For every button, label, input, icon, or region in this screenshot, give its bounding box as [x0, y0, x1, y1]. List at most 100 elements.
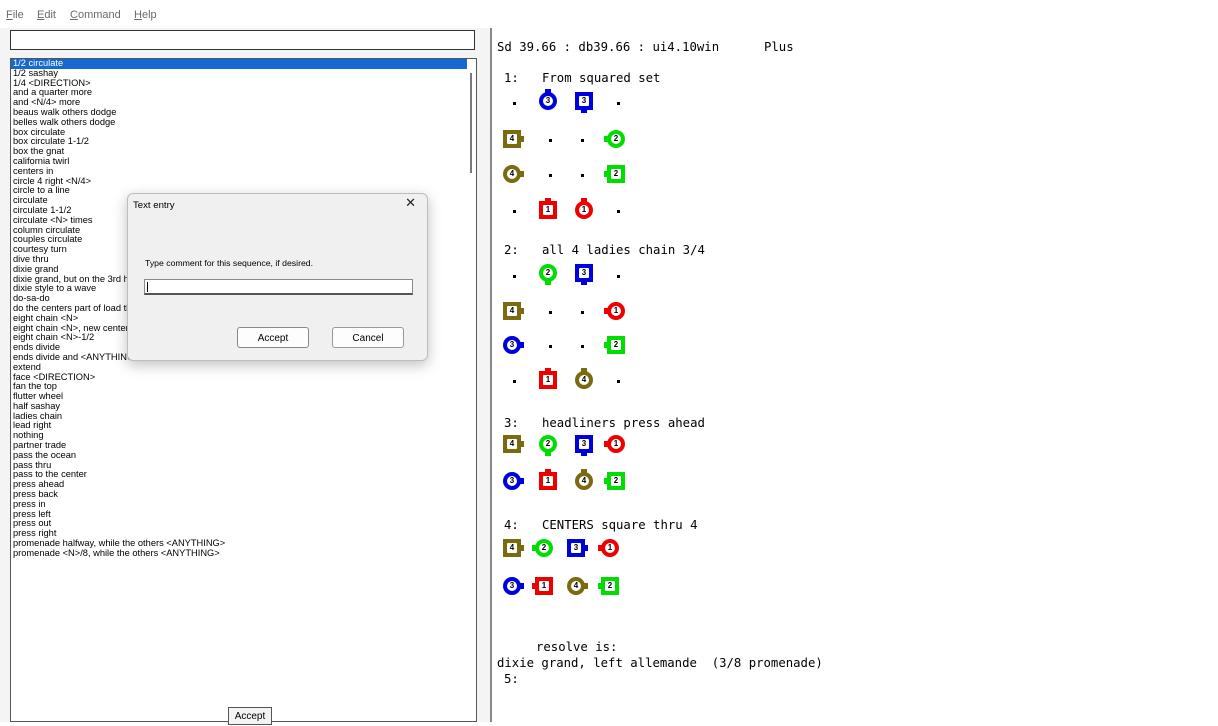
call-list-item[interactable]: face <DIRECTION> — [11, 373, 469, 383]
facing-indicator — [598, 545, 603, 551]
call-list-item[interactable]: lead right — [11, 421, 469, 431]
call-list-item[interactable]: promenade <N>/8, while the others <ANYTH… — [11, 549, 469, 559]
call-list-item[interactable]: fan the top — [11, 382, 469, 392]
call-list-item[interactable]: extend — [11, 363, 469, 373]
call-list-item[interactable]: 1/2 circulate — [11, 59, 469, 69]
call-list-item[interactable]: box circulate — [11, 128, 469, 138]
call-list-item[interactable]: press in — [11, 500, 469, 510]
facing-indicator — [604, 171, 609, 177]
call-list-item[interactable]: centers in — [11, 167, 469, 177]
call-list-item[interactable]: press out — [11, 519, 469, 529]
empty-spot-dot — [581, 345, 584, 348]
call-text-1: From squared set — [542, 71, 661, 85]
call-list-item[interactable]: california twirl — [11, 157, 469, 167]
dancer-number: 3 — [507, 340, 517, 350]
facing-indicator — [581, 368, 587, 373]
dialog-cancel-button[interactable]: Cancel — [332, 327, 404, 348]
call-search-input[interactable] — [10, 30, 475, 50]
call-list-pane: 1/2 circulate 1/2 sashay 1/4 <DIRECTION> an… — [0, 28, 492, 725]
facing-indicator — [581, 198, 587, 203]
dancer-number: 3 — [507, 581, 517, 591]
empty-spot-dot — [617, 102, 620, 105]
call-list-item[interactable]: box the gnat — [11, 147, 469, 157]
dancer-red-1: 1 — [532, 574, 556, 598]
call-list-item[interactable]: half sashay — [11, 402, 469, 412]
close-icon[interactable]: ✕ — [405, 195, 416, 211]
dancer-blue-3: 3 — [572, 261, 596, 285]
dancer-number: 3 — [579, 268, 589, 278]
dancer-olive-4: 4 — [500, 162, 524, 186]
dancer-number: 2 — [543, 268, 553, 278]
dialog-prompt: Type comment for this sequence, if desir… — [145, 258, 314, 268]
dancer-blue-3: 3 — [500, 333, 524, 357]
comment-input[interactable] — [144, 279, 413, 295]
dancer-green-2: 2 — [604, 127, 628, 151]
dancer-green-2: 2 — [604, 469, 628, 493]
sequence-output-pane: Sd 39.66 : db39.66 : ui4.10win Plus 1: F… — [492, 28, 1218, 722]
call-list-item[interactable]: partner trade — [11, 441, 469, 451]
call-list-item[interactable]: nothing — [11, 431, 469, 441]
call-list-item[interactable]: pass to the center — [11, 470, 469, 480]
dancer-number: 3 — [543, 96, 553, 106]
call-list-item[interactable]: pass thru — [11, 461, 469, 471]
call-list-item[interactable]: beaus walk others dodge — [11, 108, 469, 118]
list-scrollbar-thumb[interactable] — [470, 73, 472, 173]
menu-file[interactable]: File — [6, 9, 24, 21]
empty-spot-dot — [581, 174, 584, 177]
facing-indicator — [583, 583, 588, 589]
dancer-green-2: 2 — [598, 574, 622, 598]
dancer-green-2: 2 — [536, 261, 560, 285]
facing-indicator — [519, 478, 524, 484]
call-list-item[interactable]: press right — [11, 529, 469, 539]
facing-indicator — [545, 368, 551, 373]
dancer-number: 4 — [507, 439, 517, 449]
empty-spot-dot — [617, 380, 620, 383]
call-list-item[interactable]: press ahead — [11, 480, 469, 490]
call-list-item[interactable]: ladies chain — [11, 412, 469, 422]
menu-edit[interactable]: Edit — [37, 9, 56, 21]
dancer-red-1: 1 — [598, 536, 622, 560]
facing-indicator — [583, 545, 588, 551]
empty-spot-dot — [581, 139, 584, 142]
facing-indicator — [545, 89, 551, 94]
call-list-item[interactable]: belles walk others dodge — [11, 118, 469, 128]
text-caret — [147, 282, 148, 292]
dancer-olive-4: 4 — [564, 574, 588, 598]
call-listbox[interactable]: 1/2 circulate 1/2 sashay 1/4 <DIRECTION> an… — [10, 58, 477, 722]
call-text-3: headliners press ahead — [542, 416, 705, 430]
next-call-number: 5: — [504, 672, 519, 686]
facing-indicator — [519, 136, 524, 142]
accept-button[interactable]: Accept — [228, 707, 272, 725]
call-list-item[interactable]: press left — [11, 510, 469, 520]
list-scrollbar[interactable] — [467, 59, 476, 721]
call-list-item[interactable]: and <N/4> more — [11, 98, 469, 108]
facing-indicator — [604, 136, 609, 142]
dancer-number: 1 — [543, 375, 553, 385]
version-header: Sd 39.66 : db39.66 : ui4.10win — [497, 40, 720, 54]
dancer-blue-3: 3 — [572, 432, 596, 456]
call-list-item[interactable]: and a quarter more — [11, 88, 469, 98]
dancer-red-1: 1 — [604, 432, 628, 456]
menu-help[interactable]: Help — [134, 9, 157, 21]
dialog-title: Text entry — [133, 200, 175, 211]
dancer-blue-3: 3 — [500, 469, 524, 493]
call-number-4: 4: — [504, 518, 519, 532]
call-list-item[interactable]: pass the ocean — [11, 451, 469, 461]
menu-command[interactable]: Command — [70, 9, 121, 21]
empty-spot-dot — [581, 311, 584, 314]
dancer-number: 4 — [507, 134, 517, 144]
dancer-number: 1 — [543, 476, 553, 486]
dancer-red-1: 1 — [536, 469, 560, 493]
call-list-item[interactable]: promenade halfway, while the others <ANY… — [11, 539, 469, 549]
call-list-item[interactable]: circle 4 right <N/4> — [11, 177, 469, 187]
call-list-item[interactable]: 1/2 sashay — [11, 69, 469, 79]
call-list-item[interactable]: box circulate 1-1/2 — [11, 137, 469, 147]
facing-indicator — [598, 583, 603, 589]
dialog-accept-button[interactable]: Accept — [237, 327, 309, 348]
dancer-blue-3: 3 — [564, 536, 588, 560]
menu-command-mnemonic: C — [70, 9, 78, 21]
call-list-item[interactable]: press back — [11, 490, 469, 500]
call-list-item[interactable]: flutter wheel — [11, 392, 469, 402]
call-list-item[interactable]: 1/4 <DIRECTION> — [11, 79, 469, 89]
empty-spot-dot — [549, 139, 552, 142]
